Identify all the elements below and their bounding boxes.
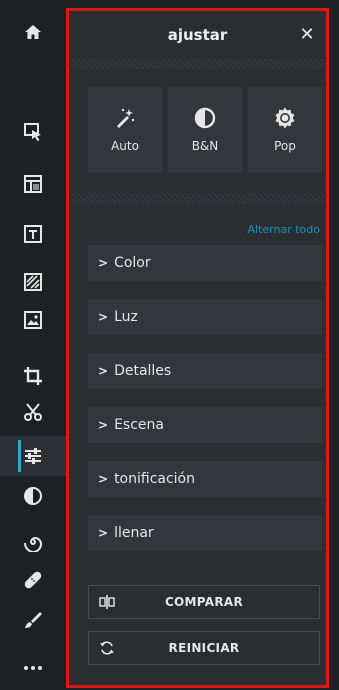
preset-auto-label: Auto	[111, 139, 139, 153]
section-label: Luz	[114, 309, 138, 325]
compare-button[interactable]: COMPARAR	[88, 585, 320, 619]
close-button[interactable]: ✕	[296, 23, 318, 45]
chevron-right-icon: >	[98, 310, 109, 324]
divider	[69, 59, 326, 69]
bandage-icon	[24, 571, 42, 589]
section-fill[interactable]: > llenar	[88, 515, 322, 551]
more-button[interactable]	[0, 646, 66, 686]
reset-button[interactable]: REINICIAR	[88, 631, 320, 665]
chevron-right-icon: >	[98, 418, 109, 432]
tool-rail	[0, 0, 66, 690]
brush-icon	[25, 612, 42, 628]
home-button[interactable]	[0, 12, 66, 52]
preset-bw-label: B&N	[191, 139, 219, 153]
crop-icon	[24, 367, 42, 385]
preset-bw-button[interactable]: B&N	[168, 87, 242, 173]
section-label: llenar	[114, 525, 154, 541]
spiral-tool-button[interactable]	[0, 522, 66, 562]
divider	[69, 193, 326, 203]
select-cursor-icon	[24, 123, 41, 141]
contrast-icon	[194, 107, 216, 129]
refresh-icon	[100, 641, 114, 655]
section-label: Escena	[114, 417, 164, 433]
image-tool-button[interactable]	[0, 300, 66, 340]
brush-tool-button[interactable]	[0, 600, 66, 640]
texture-tool-button[interactable]	[0, 262, 66, 302]
cut-tool-button[interactable]	[0, 392, 66, 432]
contrast-icon	[24, 487, 42, 505]
spiral-icon	[23, 536, 43, 552]
preset-pop-label: Pop	[274, 139, 296, 153]
app: ajustar ✕ Auto B&N Pop Alternar todo > C…	[0, 0, 339, 690]
toggle-all-link[interactable]: Alternar todo	[248, 223, 320, 236]
panel-title: ajustar	[167, 26, 228, 44]
section-label: Color	[114, 255, 151, 271]
section-label: Detalles	[114, 363, 172, 379]
preset-buttons: Auto B&N Pop	[88, 87, 322, 173]
text-tool-button[interactable]	[0, 214, 66, 254]
image-icon	[24, 311, 42, 329]
section-label: tonificación	[114, 471, 195, 487]
text-icon	[24, 225, 42, 243]
chevron-right-icon: >	[98, 256, 109, 270]
contrast-tool-button[interactable]	[0, 476, 66, 516]
chevron-right-icon: >	[98, 526, 109, 540]
section-color[interactable]: > Color	[88, 245, 322, 281]
home-icon	[25, 25, 41, 39]
magic-wand-icon	[117, 108, 135, 128]
adjust-tool-button[interactable]	[0, 436, 66, 476]
heal-tool-button[interactable]	[0, 560, 66, 600]
section-light[interactable]: > Luz	[88, 299, 322, 335]
section-details[interactable]: > Detalles	[88, 353, 322, 389]
select-tool-button[interactable]	[0, 112, 66, 152]
cut-icon	[24, 403, 42, 421]
chevron-right-icon: >	[98, 364, 109, 378]
texture-icon	[24, 273, 42, 291]
adjust-panel: ajustar ✕ Auto B&N Pop Alternar todo > C…	[66, 8, 329, 688]
preset-auto-button[interactable]: Auto	[88, 87, 162, 173]
sun-burst-icon	[275, 107, 295, 129]
panel-header: ajustar ✕	[69, 11, 326, 59]
more-icon	[24, 666, 42, 670]
section-scene[interactable]: > Escena	[88, 407, 322, 443]
section-toning[interactable]: > tonificación	[88, 461, 322, 497]
layout-tool-button[interactable]	[0, 164, 66, 204]
compare-icon	[99, 595, 115, 609]
chevron-right-icon: >	[98, 472, 109, 486]
reset-label: REINICIAR	[168, 641, 240, 655]
adjust-sliders-icon	[25, 448, 41, 464]
preset-pop-button[interactable]: Pop	[248, 87, 322, 173]
close-icon: ✕	[299, 23, 315, 45]
compare-label: COMPARAR	[164, 595, 244, 609]
crop-tool-button[interactable]	[0, 356, 66, 396]
layout-icon	[24, 175, 42, 193]
